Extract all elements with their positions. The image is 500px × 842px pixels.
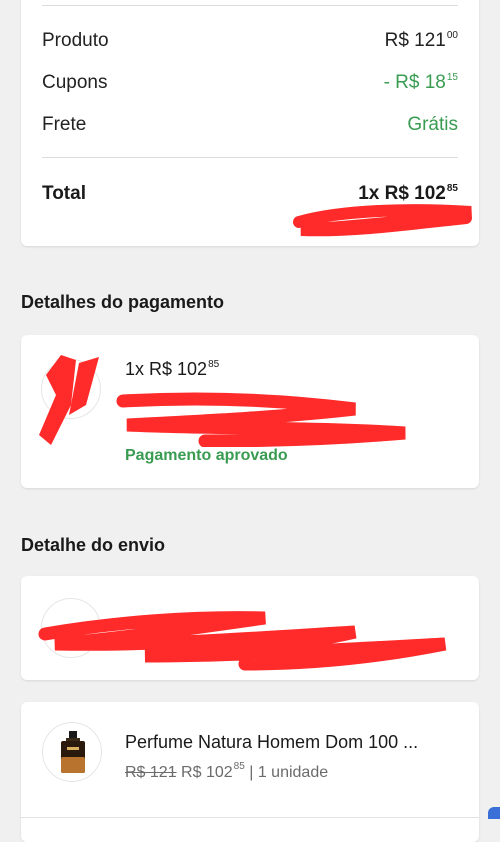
perfume-bottle-icon xyxy=(43,723,103,783)
redaction-mark xyxy=(291,202,481,238)
summary-total-divider xyxy=(42,157,458,158)
product-label: Produto xyxy=(42,30,109,52)
shipping-card[interactable] xyxy=(21,576,479,680)
shipping-value: Grátis xyxy=(407,114,458,136)
payment-section-title: Detalhes do pagamento xyxy=(21,292,224,313)
current-price: R$ 10285 xyxy=(181,764,245,781)
summary-row-coupons: Cupons - R$ 1815 xyxy=(42,72,458,94)
payment-card[interactable]: 1x R$ 10285 Pagamento aprovado xyxy=(21,335,479,488)
coupons-value: - R$ 1815 xyxy=(384,72,458,94)
old-price: R$ 121 xyxy=(125,764,177,781)
shipping-section-title: Detalhe do envio xyxy=(21,535,165,556)
redaction-mark xyxy=(115,389,415,447)
product-price-info: R$ 121 R$ 10285 | 1 unidade xyxy=(125,761,328,782)
summary-row-product: Produto R$ 12100 xyxy=(42,30,458,52)
item-card[interactable]: Perfume Natura Homem Dom 100 ... R$ 121 … xyxy=(21,702,479,842)
corner-badge xyxy=(488,807,500,819)
summary-row-shipping: Frete Grátis xyxy=(42,114,458,136)
summary-top-divider xyxy=(42,5,458,6)
price-separator: | xyxy=(249,764,253,781)
redaction-mark xyxy=(35,594,465,674)
redaction-mark xyxy=(31,345,111,455)
shipping-label: Frete xyxy=(42,114,86,136)
total-label: Total xyxy=(42,183,86,205)
payment-status: Pagamento aprovado xyxy=(125,447,288,465)
item-divider xyxy=(21,817,479,818)
product-thumbnail xyxy=(42,722,102,782)
product-name: Perfume Natura Homem Dom 100 ... xyxy=(125,732,418,753)
payment-amount: 1x R$ 10285 xyxy=(125,359,219,380)
product-value: R$ 12100 xyxy=(385,30,458,52)
quantity-label: 1 unidade xyxy=(258,764,328,781)
coupons-label: Cupons xyxy=(42,72,108,94)
order-summary-card: Produto R$ 12100 Cupons - R$ 1815 Frete … xyxy=(21,0,479,246)
